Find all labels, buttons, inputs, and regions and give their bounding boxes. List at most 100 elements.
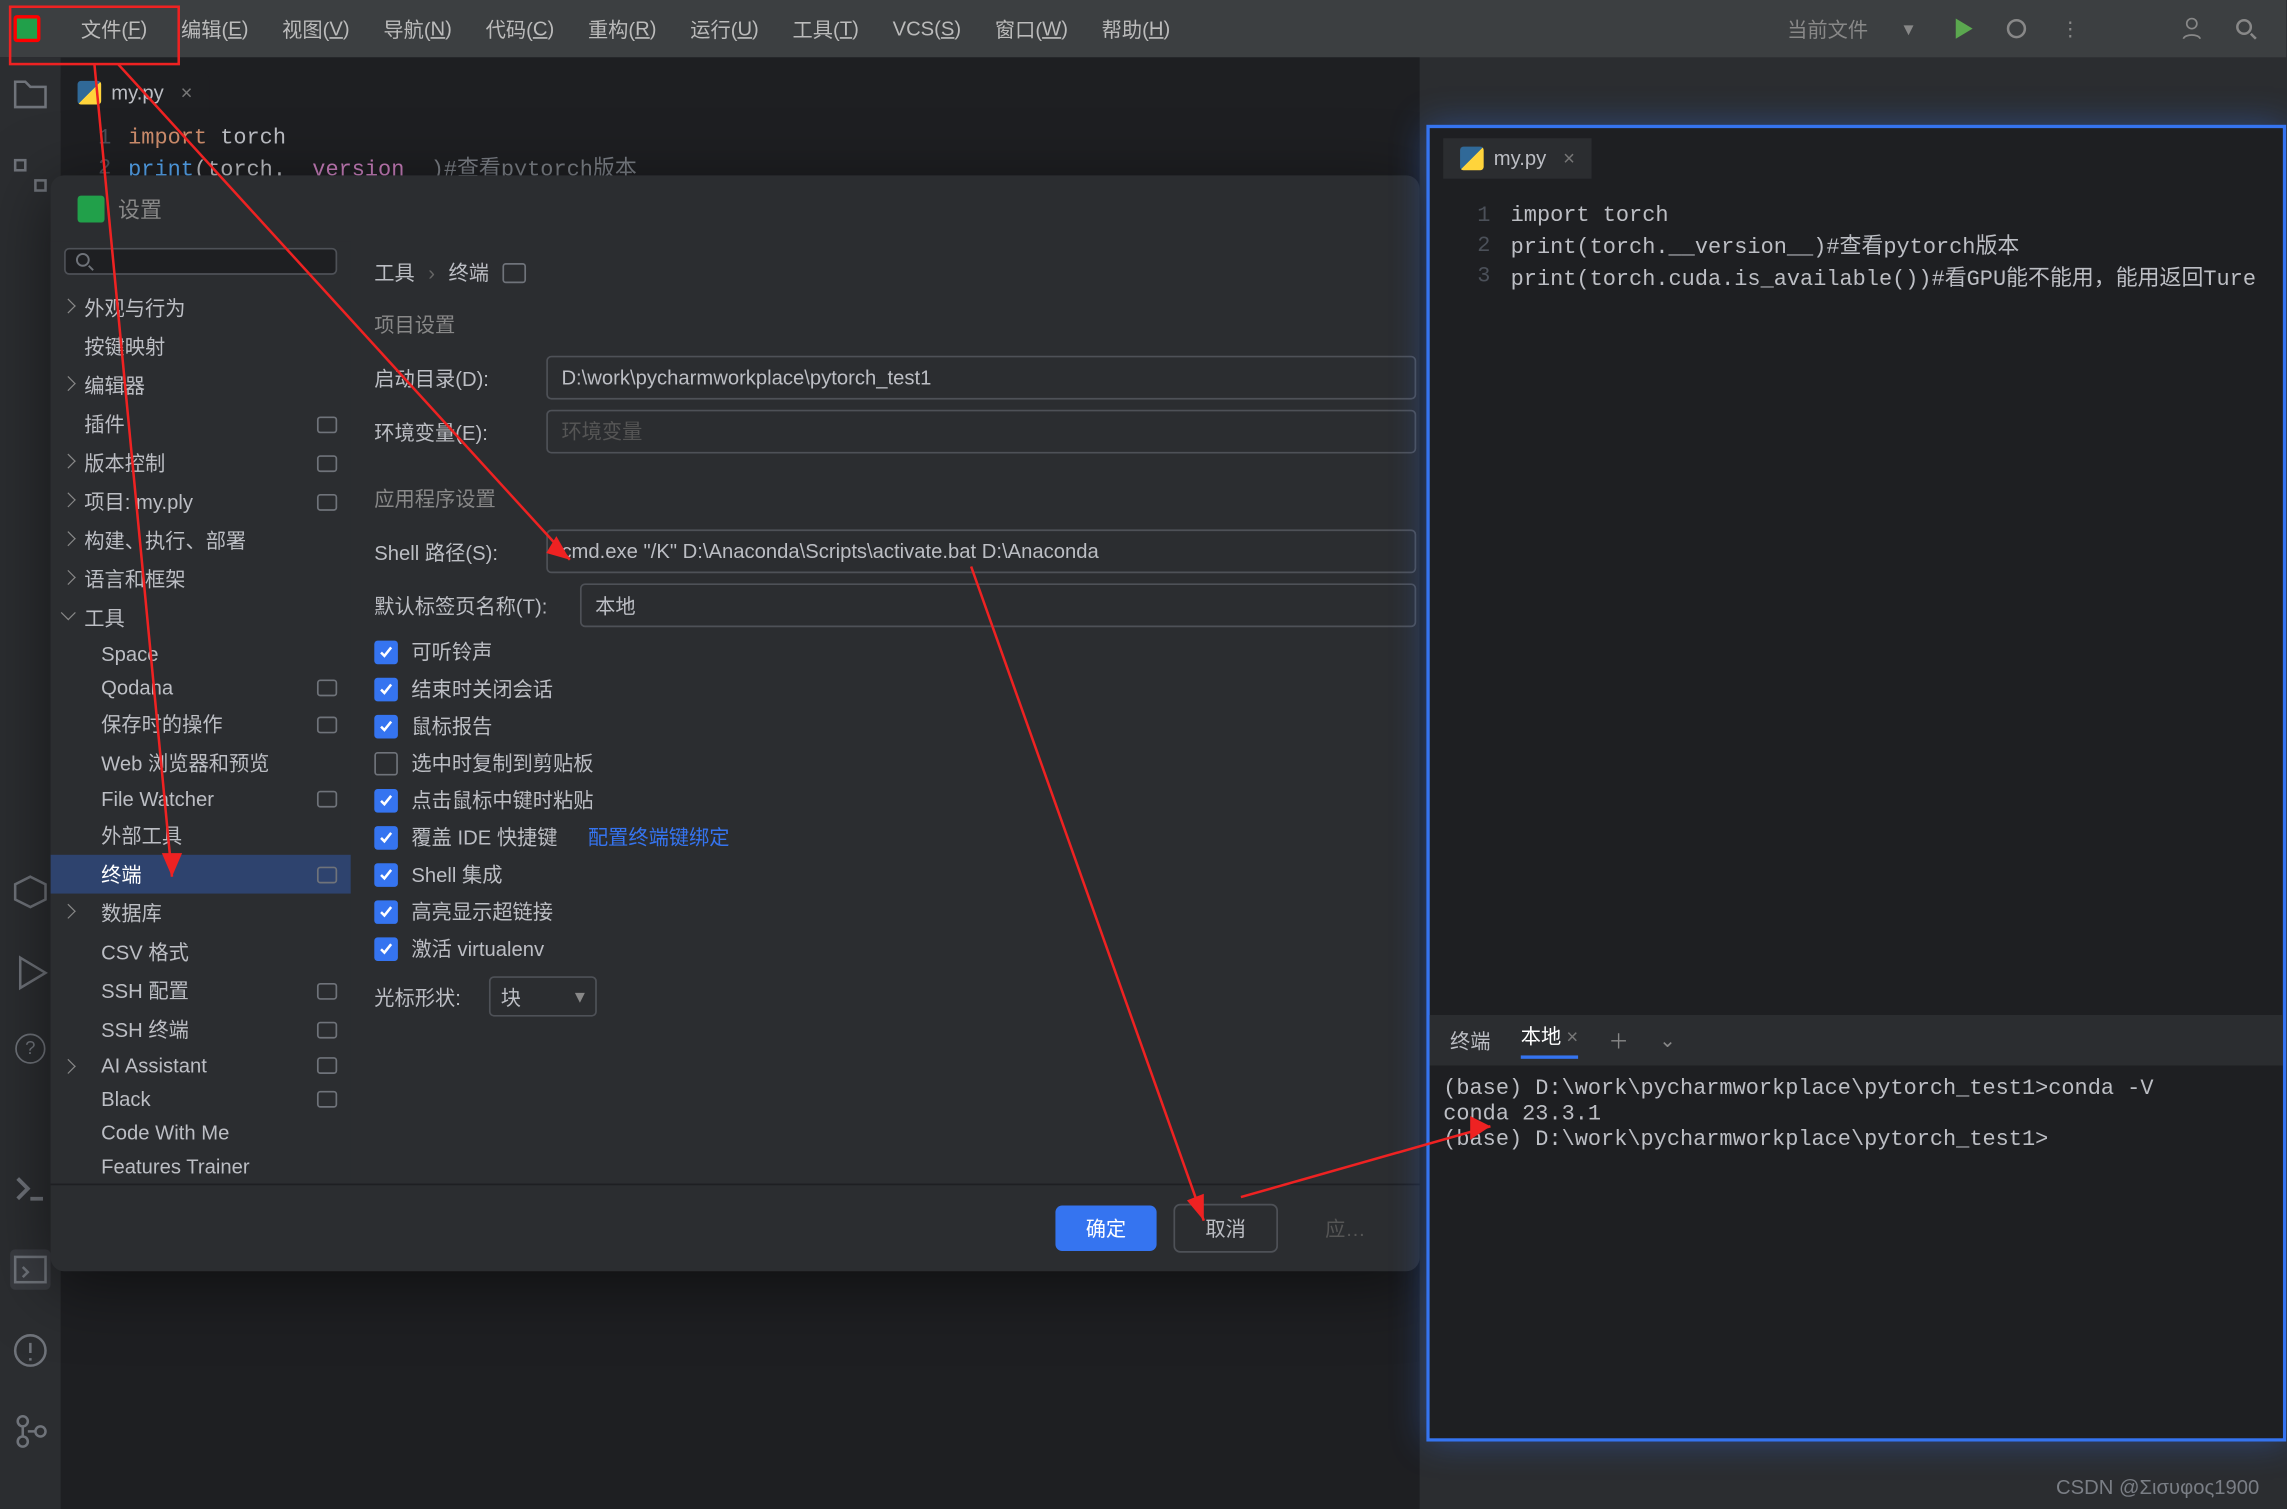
menu-item[interactable]: 帮助(H): [1085, 0, 1187, 57]
menu-item[interactable]: 窗口(W): [978, 0, 1085, 57]
menu-item[interactable]: 文件(F): [64, 0, 164, 57]
checkbox-row[interactable]: Shell 集成: [374, 860, 1416, 889]
start-dir-input[interactable]: [546, 356, 1416, 400]
tree-item[interactable]: 保存时的操作: [51, 705, 351, 744]
menu-item[interactable]: 导航(N): [366, 0, 468, 57]
checkbox[interactable]: [374, 825, 398, 849]
debug-icon[interactable]: [1996, 8, 2036, 48]
tree-item[interactable]: File Watcher: [51, 782, 351, 816]
checkbox-label: 鼠标报告: [411, 711, 492, 740]
checkbox-row[interactable]: 点击鼠标中键时粘贴: [374, 786, 1416, 815]
editor-tab[interactable]: my.py ×: [61, 72, 210, 112]
problems-icon[interactable]: [10, 1330, 50, 1370]
tree-item[interactable]: 终端: [51, 855, 351, 894]
menu-item[interactable]: 编辑(E): [164, 0, 265, 57]
checkbox-row[interactable]: 选中时复制到剪贴板: [374, 749, 1416, 778]
tree-item[interactable]: 外部工具: [51, 816, 351, 855]
tabname-label: 默认标签页名称(T):: [374, 591, 559, 620]
menu-item[interactable]: 代码(C): [469, 0, 571, 57]
more-icon[interactable]: ⋮: [2050, 8, 2090, 48]
cancel-button[interactable]: 取消: [1173, 1204, 1278, 1253]
terminal-tab[interactable]: 终端: [1450, 1026, 1490, 1055]
checkbox[interactable]: [374, 788, 398, 812]
editor-tab[interactable]: my.py ×: [1443, 138, 1592, 178]
tree-item[interactable]: CSV 格式: [51, 932, 351, 971]
checkbox-label: 激活 virtualenv: [411, 934, 544, 963]
close-icon[interactable]: ×: [1563, 147, 1575, 171]
checkbox-row[interactable]: 覆盖 IDE 快捷键配置终端键绑定: [374, 823, 1416, 852]
structure-icon[interactable]: [10, 155, 50, 195]
menu-item[interactable]: 运行(U): [673, 0, 775, 57]
checkbox-row[interactable]: 结束时关闭会话: [374, 674, 1416, 703]
checkbox-row[interactable]: 鼠标报告: [374, 711, 1416, 740]
menubar: 文件(F)编辑(E)视图(V)导航(N)代码(C)重构(R)运行(U)工具(T)…: [0, 0, 2286, 57]
close-icon[interactable]: ×: [1566, 1025, 1578, 1049]
checkbox-row[interactable]: 高亮显示超链接: [374, 897, 1416, 926]
code-area[interactable]: import torchprint(torch.__version__)#查看p…: [1511, 202, 2256, 291]
help-icon[interactable]: ?: [15, 1034, 45, 1064]
new-tab-icon[interactable]: ＋: [1609, 1026, 1629, 1055]
apply-button[interactable]: 应…: [1295, 1205, 1396, 1251]
run-icon[interactable]: [1942, 8, 1982, 48]
tree-item[interactable]: 插件: [51, 405, 351, 444]
cursor-shape-select[interactable]: 块▾: [489, 976, 597, 1016]
env-label: 环境变量(E):: [374, 417, 526, 446]
checkbox-row[interactable]: 可听铃声: [374, 637, 1416, 666]
settings-search[interactable]: [64, 248, 337, 275]
python-icon: [78, 81, 102, 105]
tree-item[interactable]: 数据库: [51, 894, 351, 933]
config-keybinding-link[interactable]: 配置终端键绑定: [588, 823, 730, 852]
code-area[interactable]: import torchprint(torch.__version__)#查看p…: [128, 125, 637, 182]
menu-item[interactable]: 视图(V): [265, 0, 366, 57]
git-icon[interactable]: [10, 1411, 50, 1451]
local-tab[interactable]: 本地×: [1521, 1022, 1578, 1059]
tree-item[interactable]: 项目: my.ply: [51, 482, 351, 521]
tree-item[interactable]: 构建、执行、部署: [51, 521, 351, 560]
tree-item[interactable]: SSH 配置: [51, 971, 351, 1010]
menu-item[interactable]: VCS(S): [876, 0, 978, 57]
tree-item[interactable]: Black: [51, 1082, 351, 1116]
tree-item[interactable]: Qodana: [51, 671, 351, 705]
tree-item[interactable]: 版本控制: [51, 443, 351, 482]
checkbox[interactable]: [374, 899, 398, 923]
checkbox[interactable]: [374, 751, 398, 775]
tree-item[interactable]: 按键映射: [51, 327, 351, 366]
tree-item[interactable]: Features Trainer: [51, 1150, 351, 1184]
menu-item[interactable]: 重构(R): [571, 0, 673, 57]
terminal-icon[interactable]: [10, 1249, 50, 1289]
ok-button[interactable]: 确定: [1055, 1205, 1156, 1251]
python-console-icon[interactable]: [10, 1168, 50, 1208]
tree-item[interactable]: 语言和框架: [51, 560, 351, 599]
tree-item[interactable]: Code With Me: [51, 1116, 351, 1150]
tree-item[interactable]: 外观与行为: [51, 288, 351, 327]
terminal[interactable]: (base) D:\work\pycharmworkplace\pytorch_…: [1430, 1066, 2283, 1439]
shell-path-input[interactable]: [546, 529, 1416, 573]
tabname-input[interactable]: [580, 583, 1416, 627]
tree-item[interactable]: AI Assistant: [51, 1049, 351, 1083]
python-icon: [1460, 147, 1484, 171]
tree-item[interactable]: 编辑器: [51, 366, 351, 405]
env-input[interactable]: [546, 410, 1416, 454]
checkbox[interactable]: [374, 862, 398, 886]
chevron-down-icon[interactable]: ▾: [1888, 8, 1928, 48]
checkbox[interactable]: [374, 937, 398, 961]
services-icon[interactable]: [10, 872, 50, 912]
checkbox-row[interactable]: 激活 virtualenv: [374, 934, 1416, 963]
search-icon[interactable]: [2226, 8, 2266, 48]
right-window: my.py × 123 import torchprint(torch.__ve…: [1426, 125, 2286, 1442]
shell-path-label: Shell 路径(S):: [374, 537, 526, 566]
checkbox[interactable]: [374, 640, 398, 664]
run-tool-icon[interactable]: [10, 953, 50, 993]
menu-item[interactable]: 工具(T): [776, 0, 876, 57]
user-icon[interactable]: [2172, 8, 2212, 48]
tree-item[interactable]: 工具: [51, 599, 351, 638]
folder-icon[interactable]: [10, 74, 50, 114]
checkbox[interactable]: [374, 714, 398, 738]
tree-item[interactable]: SSH 终端: [51, 1010, 351, 1049]
close-icon[interactable]: ×: [181, 81, 193, 105]
tree-item[interactable]: Space: [51, 637, 351, 671]
run-target[interactable]: 当前文件: [1787, 14, 1868, 43]
tree-item[interactable]: Web 浏览器和预览: [51, 744, 351, 783]
checkbox[interactable]: [374, 677, 398, 701]
chevron-down-icon[interactable]: ⌄: [1659, 1028, 1676, 1052]
